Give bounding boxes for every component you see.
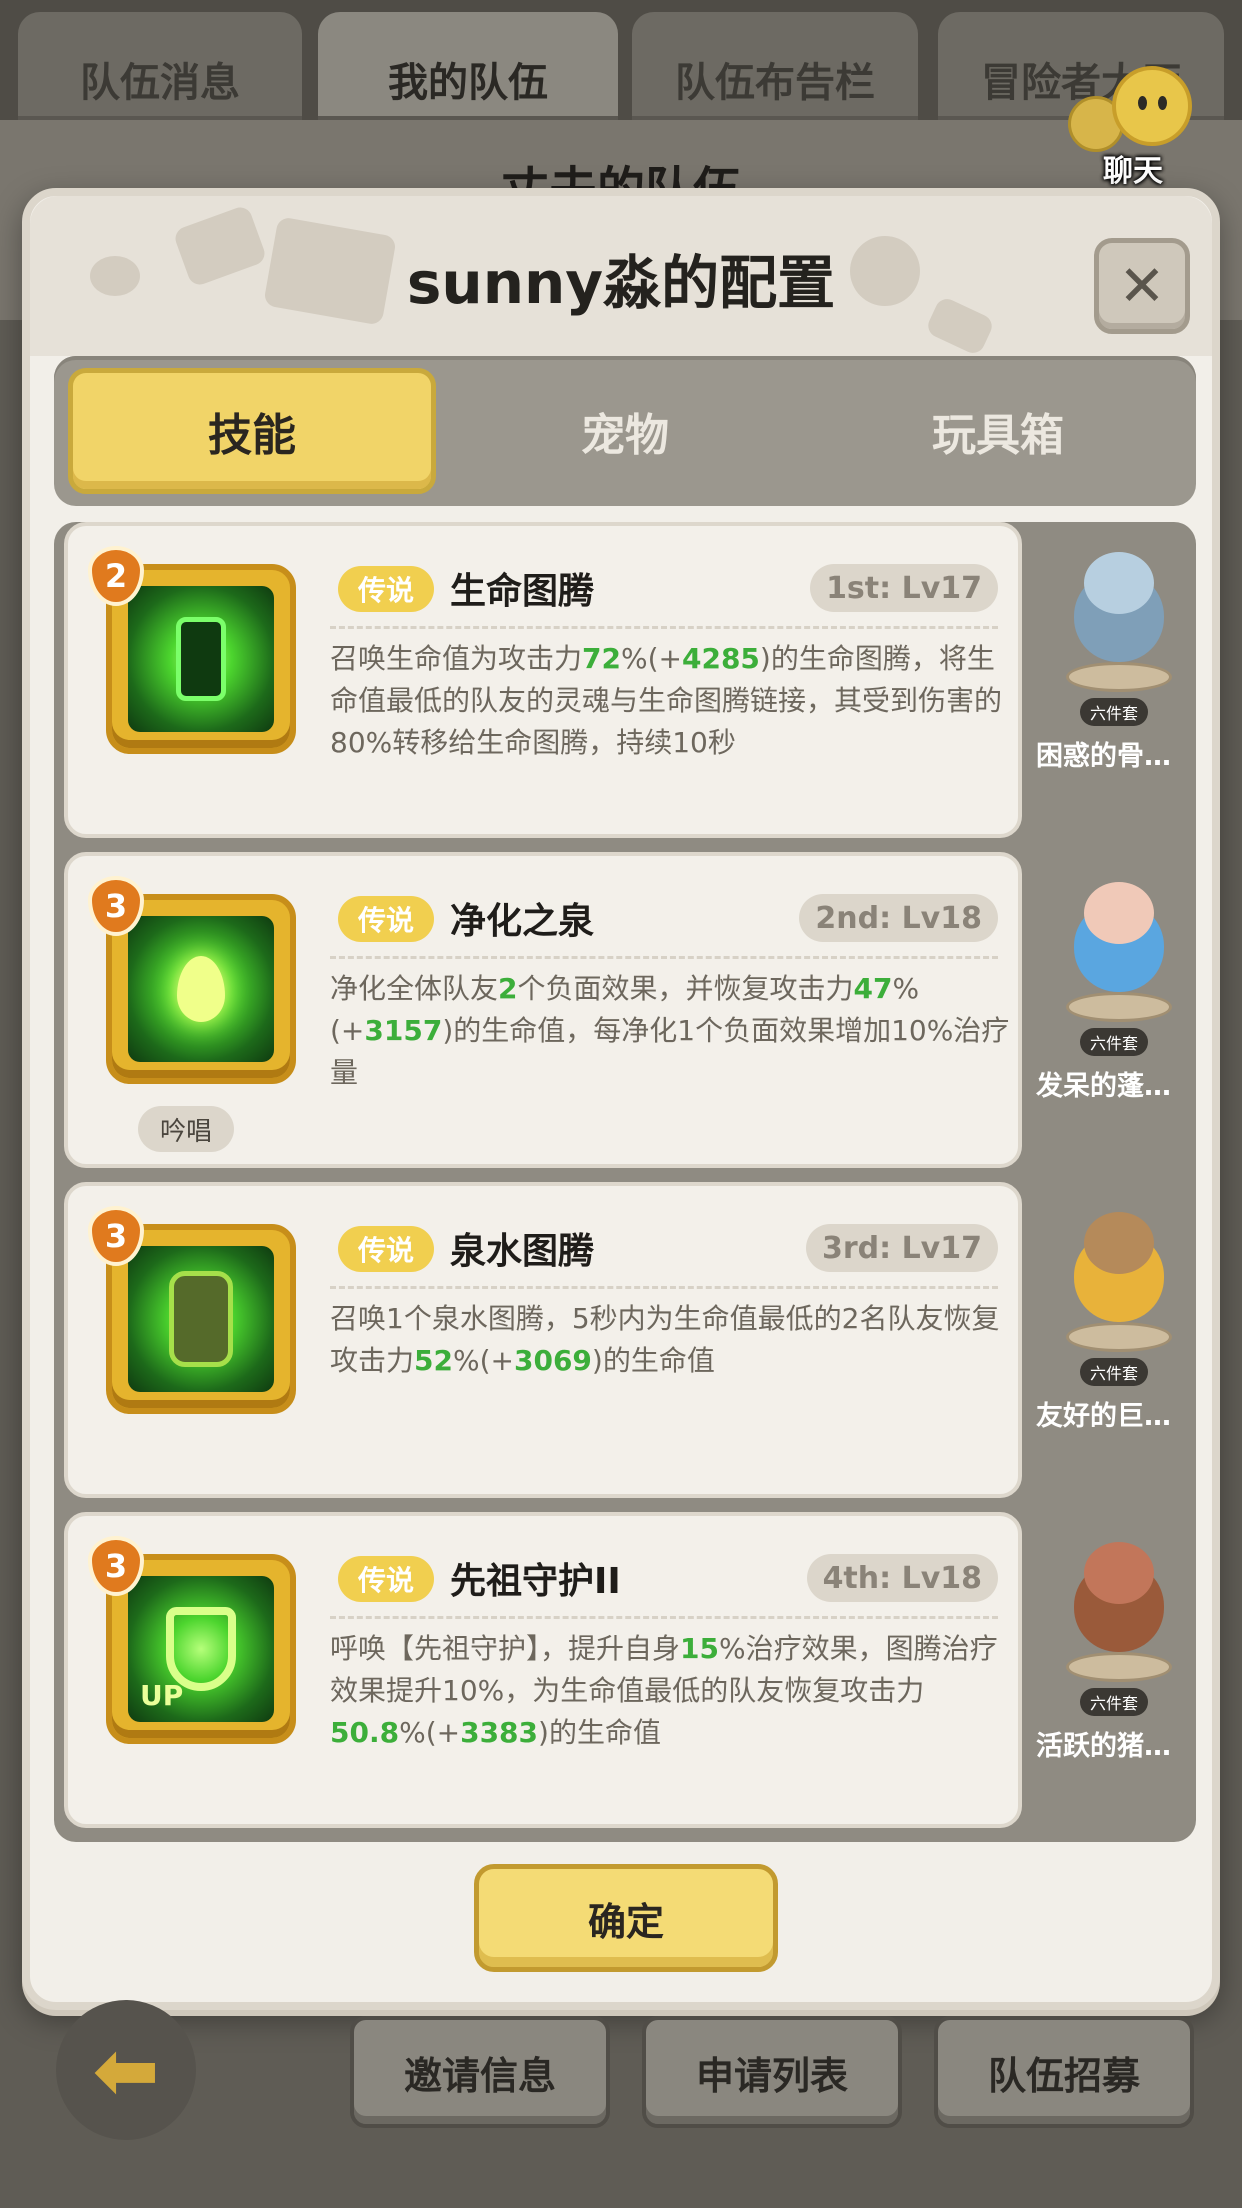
highlight-value: 50.8 [330, 1716, 400, 1749]
description-text: 净化全体队友 [330, 972, 499, 1005]
pet-slot[interactable]: 六件套 发呆的蓬… [1034, 852, 1196, 1168]
set-tag: 六件套 [1080, 1688, 1148, 1716]
back-button[interactable]: ⬅ [56, 2000, 196, 2140]
tab-toybox[interactable]: 玩具箱 [814, 368, 1182, 494]
skill-row: 3 传说 泉水图腾 3rd: Lv17 召唤1个泉水图腾，5秒内为生命值最低的2… [54, 1182, 1196, 1498]
config-modal: sunny淼的配置 ✕ 技能 宠物 玩具箱 2 传说 生命图腾 1st: Lv1… [22, 188, 1220, 2010]
highlight-value: 3383 [460, 1716, 539, 1749]
skill-description: 呼唤【先祖守护】，提升自身15%治疗效果，图腾治疗效果提升10%，为生命值最低的… [330, 1628, 1010, 1754]
pet-boar-image [1058, 1542, 1178, 1692]
skill-slot-level: 1st: Lv17 [810, 564, 998, 612]
rarity-tag: 传说 [338, 1556, 434, 1602]
description-text: %(+ [399, 1716, 461, 1749]
tab-skills[interactable]: 技能 [68, 368, 436, 494]
skill-icon: UP 3 [88, 1536, 296, 1744]
team-recruit-button[interactable]: 队伍招募 [934, 2016, 1194, 2128]
pet-name: 困惑的骨… [1036, 741, 1171, 772]
divider [330, 1286, 998, 1289]
skill-name: 泉水图腾 [450, 1231, 595, 1272]
highlight-value: 47 [853, 972, 893, 1005]
description-text: )的生命值 [538, 1716, 661, 1749]
skill-icon: 2 [88, 546, 296, 754]
modal-title: sunny淼的配置 [406, 249, 836, 317]
shield-icon: UP [128, 1576, 274, 1722]
divider [330, 956, 998, 959]
highlight-value: 72 [582, 642, 621, 675]
set-tag: 六件套 [1080, 1028, 1148, 1056]
skill-slot-level: 2nd: Lv18 [799, 894, 998, 942]
skill-name: 净化之泉 [450, 901, 595, 942]
description-text: )的生命值 [591, 1344, 715, 1377]
highlight-value: 2 [498, 972, 518, 1005]
skill-description: 净化全体队友2个负面效果，并恢复攻击力47%(+3157)的生命值，每净化1个负… [330, 968, 1010, 1094]
skill-icon: 3 [88, 876, 296, 1084]
tab-team-messages[interactable]: 队伍消息 [18, 12, 302, 122]
chant-tag: 吟唱 [138, 1106, 234, 1152]
close-icon: ✕ [1118, 253, 1166, 319]
skill-card[interactable]: 3 吟唱 传说 净化之泉 2nd: Lv18 净化全体队友2个负面效果，并恢复攻… [64, 852, 1022, 1168]
skill-card[interactable]: 3 传说 泉水图腾 3rd: Lv17 召唤1个泉水图腾，5秒内为生命值最低的2… [64, 1182, 1022, 1498]
description-text: 召唤生命值为攻击力 [330, 642, 583, 675]
pet-slot[interactable]: 六件套 友好的巨… [1034, 1182, 1196, 1498]
rarity-tag: 传说 [338, 896, 434, 942]
up-label: UP [140, 1679, 184, 1712]
skill-name: 生命图腾 [450, 571, 595, 612]
tab-my-team[interactable]: 我的队伍 [318, 12, 618, 122]
spring-totem-icon [128, 1246, 274, 1392]
highlight-value: 52 [414, 1344, 453, 1377]
description-text: 个负面效果，并恢复攻击力 [517, 972, 854, 1005]
back-arrow-icon: ⬅ [92, 2023, 160, 2117]
apply-list-button[interactable]: 申请列表 [642, 2016, 902, 2128]
pet-slot[interactable]: 六件套 活跃的猪… [1034, 1512, 1196, 1828]
divider [330, 626, 998, 629]
skill-description: 召唤1个泉水图腾，5秒内为生命值最低的2名队友恢复攻击力52%(+3069)的生… [330, 1298, 1010, 1382]
highlight-value: 15 [680, 1632, 719, 1665]
pet-name: 发呆的蓬… [1036, 1071, 1171, 1102]
set-tag: 六件套 [1080, 698, 1148, 726]
modal-header: sunny淼的配置 ✕ [30, 196, 1212, 356]
skill-name: 先祖守护II [450, 1561, 621, 1602]
pet-ram-image [1058, 882, 1178, 1032]
skill-slot-level: 3rd: Lv17 [805, 1224, 998, 1272]
chat-label: 聊天 [1103, 154, 1163, 189]
skill-slot-level: 4th: Lv18 [806, 1554, 998, 1602]
rarity-tag: 传说 [338, 566, 434, 612]
totem-icon [128, 586, 274, 732]
divider [330, 1616, 998, 1619]
description-text: %(+ [620, 642, 682, 675]
pet-name: 活跃的猪… [1036, 1731, 1171, 1762]
pet-giant-image [1058, 1212, 1178, 1362]
highlight-value: 4285 [681, 642, 760, 675]
close-button[interactable]: ✕ [1094, 238, 1190, 334]
description-text: 呼唤【先祖守护】，提升自身 [330, 1632, 681, 1665]
modal-tab-bar: 技能 宠物 玩具箱 [54, 356, 1196, 506]
pet-slot[interactable]: 六件套 困惑的骨… [1034, 522, 1196, 838]
invite-info-button[interactable]: 邀请信息 [350, 2016, 610, 2128]
tab-team-bulletin[interactable]: 队伍布告栏 [632, 12, 918, 122]
chat-button[interactable]: 聊天 [1068, 66, 1198, 189]
skill-card[interactable]: 2 传说 生命图腾 1st: Lv17 召唤生命值为攻击力72%(+4285)的… [64, 522, 1022, 838]
skill-card[interactable]: UP 3 传说 先祖守护II 4th: Lv18 呼唤【先祖守护】，提升自身15… [64, 1512, 1022, 1828]
chat-face-icon [1112, 66, 1192, 146]
rarity-tag: 传说 [338, 1226, 434, 1272]
skill-icon: 3 [88, 1206, 296, 1414]
skill-row: 2 传说 生命图腾 1st: Lv17 召唤生命值为攻击力72%(+4285)的… [54, 522, 1196, 838]
tab-pets[interactable]: 宠物 [441, 368, 809, 494]
pet-name: 友好的巨… [1036, 1401, 1171, 1432]
highlight-value: 3157 [364, 1014, 443, 1047]
skill-row: 3 吟唱 传说 净化之泉 2nd: Lv18 净化全体队友2个负面效果，并恢复攻… [54, 852, 1196, 1168]
description-text: %(+ [452, 1344, 514, 1377]
highlight-value: 3069 [513, 1344, 592, 1377]
top-tab-bar: 队伍消息 我的队伍 队伍布告栏 冒险者大厅 [0, 0, 1242, 122]
pet-dragon-image [1058, 552, 1178, 702]
skill-description: 召唤生命值为攻击力72%(+4285)的生命图腾，将生命值最低的队友的灵魂与生命… [330, 638, 1010, 764]
confirm-button[interactable]: 确定 [474, 1864, 778, 1972]
skill-list: 2 传说 生命图腾 1st: Lv17 召唤生命值为攻击力72%(+4285)的… [54, 522, 1196, 1842]
skill-row: UP 3 传说 先祖守护II 4th: Lv18 呼唤【先祖守护】，提升自身15… [54, 1512, 1196, 1828]
set-tag: 六件套 [1080, 1358, 1148, 1386]
droplet-icon [128, 916, 274, 1062]
